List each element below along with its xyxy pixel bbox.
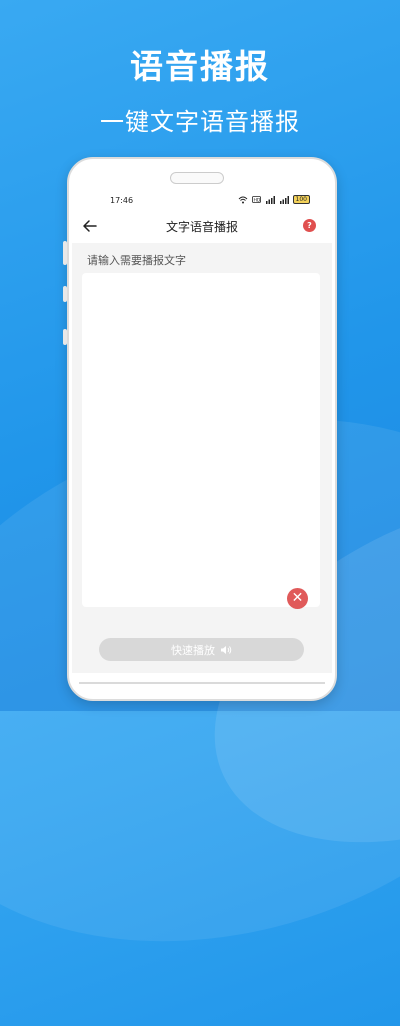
promo-subtitle: 一键文字语音播报 bbox=[100, 108, 300, 136]
status-bar: 17:46 HD 100 bbox=[72, 189, 332, 209]
wifi-icon bbox=[238, 196, 247, 203]
phone-mockup: 17:46 HD 100 文字语音播报 ? 请输入需要播报文字 ✕ 快速播放 bbox=[63, 157, 337, 701]
hd-icon: HD bbox=[251, 196, 261, 204]
app-screen: 17:46 HD 100 文字语音播报 ? 请输入需要播报文字 ✕ 快速播放 bbox=[72, 189, 332, 673]
text-input-label: 请输入需要播报文字 bbox=[87, 254, 186, 267]
battery-icon: 100 bbox=[292, 195, 310, 204]
help-button[interactable]: ? bbox=[303, 219, 316, 232]
speaker-icon bbox=[221, 645, 232, 654]
play-button-label: 快速播放 bbox=[171, 643, 215, 657]
signal-icon bbox=[279, 195, 289, 204]
page-title: 文字语音播报 bbox=[165, 220, 238, 234]
phone-earpiece bbox=[170, 172, 224, 184]
phone-side-button bbox=[63, 329, 67, 345]
app-bar: 文字语音播报 ? bbox=[72, 209, 332, 243]
speech-text-input[interactable] bbox=[82, 273, 320, 607]
svg-text:HD: HD bbox=[253, 198, 260, 204]
phone-side-button bbox=[63, 241, 67, 265]
phone-side-button bbox=[63, 286, 67, 302]
quick-play-button[interactable]: 快速播放 bbox=[99, 638, 304, 661]
signal-icon bbox=[265, 195, 275, 204]
phone-bottom-edge bbox=[79, 682, 325, 684]
promo-title: 语音播报 bbox=[130, 47, 270, 86]
close-icon: ✕ bbox=[291, 590, 304, 606]
clear-text-button[interactable]: ✕ bbox=[287, 588, 308, 609]
status-time: 17:46 bbox=[110, 196, 134, 205]
